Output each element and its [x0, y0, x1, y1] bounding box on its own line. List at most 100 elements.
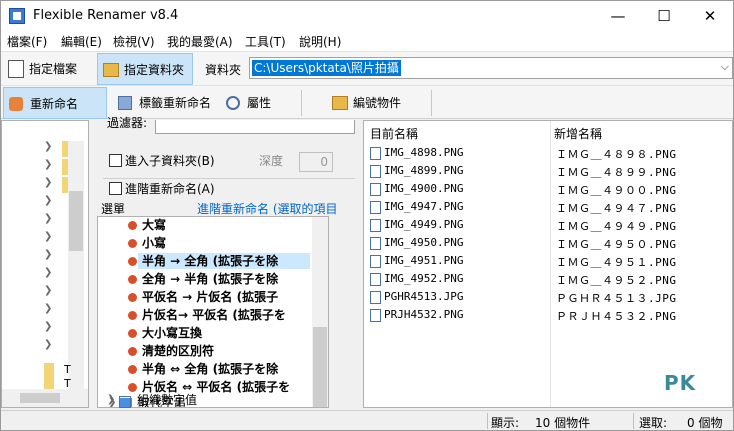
- attributes-button[interactable]: 屬性: [221, 87, 281, 119]
- file-icon: [370, 201, 381, 214]
- tree-scroll-thumb[interactable]: [69, 191, 83, 251]
- file-icon: [370, 219, 381, 232]
- folder-tree[interactable]: ❯ ❯ ❯ ❯ ❯ ❯ ❯ ❯ ❯ ❯ ❯ ❯ T T: [1, 120, 89, 408]
- list-item[interactable]: 大寫: [142, 217, 166, 233]
- menu-favorites[interactable]: 我的最愛(A): [167, 33, 233, 50]
- advanced-rename-checkbox[interactable]: [109, 182, 122, 195]
- table-row[interactable]: IMG_4899.PNG ＩＭＧ＿４８９９.PNG: [364, 163, 732, 181]
- tree-expand-icon[interactable]: ❯: [44, 141, 52, 152]
- document-icon: [8, 60, 24, 78]
- folder-path-combobox[interactable]: C:\Users\pktata\照片拍攝 ⌵: [249, 57, 733, 79]
- app-window: Flexible Renamer v8.4 — ☐ ✕ 檔案(F) 編輯(E) …: [0, 0, 734, 431]
- subfolder-checkbox[interactable]: [109, 154, 122, 167]
- list-item[interactable]: 小寫: [142, 235, 166, 251]
- tree-expand-icon[interactable]: ❯: [44, 339, 52, 350]
- file-icon: [370, 147, 381, 160]
- toolbar-divider-2: [431, 90, 432, 116]
- table-row[interactable]: IMG_4952.PNG ＩＭＧ＿４９５２.PNG: [364, 271, 732, 289]
- file-list[interactable]: 目前名稱 新增名稱 IMG_4898.PNG ＩＭＧ＿４８９８.PNG IMG_…: [363, 120, 733, 408]
- menu-view[interactable]: 檢視(V): [113, 33, 155, 50]
- number-icon: [119, 396, 131, 408]
- maximize-button[interactable]: ☐: [641, 1, 687, 31]
- table-row[interactable]: PGHR4513.JPG ＰＧＨＲ４５１３.JPG: [364, 289, 732, 307]
- chevron-down-icon[interactable]: ⌵: [721, 60, 729, 74]
- new-name: ＰＧＨＲ４５１３.JPG: [556, 292, 677, 305]
- current-name: IMG_4947.PNG: [384, 200, 464, 213]
- file-icon: [370, 165, 381, 178]
- tree-expand-icon[interactable]: ❯: [44, 195, 52, 206]
- subfolder-label: 進入子資料夾(B): [125, 154, 215, 168]
- table-row[interactable]: IMG_4898.PNG ＩＭＧ＿４８９８.PNG: [364, 145, 732, 163]
- new-name: ＰＲＪＨ４５３２.PNG: [556, 310, 677, 323]
- table-row[interactable]: IMG_4900.PNG ＩＭＧ＿４９００.PNG: [364, 181, 732, 199]
- status-divider: [633, 413, 634, 429]
- tree-vertical-scrollbar[interactable]: [68, 141, 84, 391]
- list-item-selected[interactable]: 半角 → 全角 (拡張子を除: [142, 253, 278, 269]
- list-item[interactable]: 平仮名 → 片仮名 (拡張子: [142, 289, 278, 305]
- tree-expand-icon[interactable]: ❯: [44, 321, 52, 332]
- close-button[interactable]: ✕: [687, 1, 733, 31]
- watermark-logo: PK: [664, 371, 697, 395]
- tree-expand-icon[interactable]: ❯: [44, 213, 52, 224]
- rename-mode-button[interactable]: 重新命名: [3, 87, 107, 119]
- new-name: ＩＭＧ＿４９４７.PNG: [556, 202, 677, 215]
- node-expand-icon[interactable]: ❯: [107, 394, 115, 405]
- current-name: IMG_4899.PNG: [384, 164, 464, 177]
- table-row[interactable]: IMG_4949.PNG ＩＭＧ＿４９４９.PNG: [364, 217, 732, 235]
- file-icon: [370, 291, 381, 304]
- depth-label: 深度: [259, 154, 284, 168]
- tree-expand-icon[interactable]: ❯: [44, 285, 52, 296]
- list-label: 選單: [101, 202, 126, 216]
- attributes-label: 屬性: [247, 96, 272, 110]
- column-header-current[interactable]: 目前名稱: [370, 125, 418, 142]
- specify-file-label: 指定檔案: [29, 62, 78, 76]
- menu-help[interactable]: 說明(H): [299, 33, 341, 50]
- folder-path-value[interactable]: C:\Users\pktata\照片拍攝: [252, 60, 401, 76]
- attributes-icon: [226, 96, 240, 110]
- minimize-button[interactable]: —: [595, 1, 641, 31]
- list-item[interactable]: 全角 → 半角 (拡張子を除: [142, 271, 278, 287]
- bullet-icon: [128, 221, 137, 230]
- column-header-new[interactable]: 新增名稱: [554, 125, 602, 142]
- folder-path-label: 資料夾: [205, 63, 242, 77]
- list-item[interactable]: 半角 ⇔ 全角 (拡張子を除: [142, 361, 278, 377]
- tree-expand-icon[interactable]: ❯: [44, 267, 52, 278]
- list-item[interactable]: 大小寫互換: [142, 325, 202, 341]
- list-item[interactable]: 片仮名→ 平仮名 (拡張子を: [142, 307, 286, 323]
- numbering-label: 編號物件: [353, 96, 402, 110]
- menu-file[interactable]: 檔案(F): [7, 33, 47, 50]
- menu-tools[interactable]: 工具(T): [245, 33, 286, 50]
- bullet-icon: [128, 239, 137, 248]
- window-title: Flexible Renamer v8.4: [33, 8, 179, 23]
- list-item[interactable]: 清楚的区別符: [142, 343, 214, 359]
- current-name: PRJH4532.PNG: [384, 308, 464, 321]
- tree-item-label[interactable]: T: [64, 363, 71, 376]
- tree-expand-icon[interactable]: ❯: [44, 159, 52, 170]
- specify-folder-button[interactable]: 指定資料夾: [97, 53, 193, 85]
- filter-input[interactable]: [155, 120, 355, 134]
- tree-expand-icon[interactable]: ❯: [44, 249, 52, 260]
- rename-method-list[interactable]: 大寫 小寫 半角 → 全角 (拡張子を除 全角 → 半角 (拡張子を除 平仮名 …: [97, 216, 329, 408]
- tree-expand-icon[interactable]: ❯: [44, 177, 52, 188]
- rename-icon: [9, 97, 23, 111]
- table-row[interactable]: IMG_4947.PNG ＩＭＧ＿４９４７.PNG: [364, 199, 732, 217]
- menu-bar: 檔案(F) 編輯(E) 檢視(V) 我的最愛(A) 工具(T) 說明(H): [1, 31, 733, 51]
- tree-expand-icon[interactable]: ❯: [44, 303, 52, 314]
- options-divider: [103, 178, 355, 179]
- depth-input[interactable]: 0: [299, 152, 333, 172]
- table-row[interactable]: IMG_4950.PNG ＩＭＧ＿４９５０.PNG: [364, 235, 732, 253]
- folder-icon: [103, 63, 119, 77]
- list-scroll-thumb[interactable]: [313, 327, 327, 407]
- menu-edit[interactable]: 編輯(E): [61, 33, 102, 50]
- table-row[interactable]: PRJH4532.PNG ＰＲＪＨ４５３２.PNG: [364, 307, 732, 325]
- list-node-number[interactable]: 組織數字值: [137, 392, 197, 408]
- table-row[interactable]: IMG_4951.PNG ＩＭＧ＿４９５１.PNG: [364, 253, 732, 271]
- tree-hscroll-thumb[interactable]: [20, 393, 60, 403]
- tree-expand-icon[interactable]: ❯: [44, 231, 52, 242]
- new-name: ＩＭＧ＿４９００.PNG: [556, 184, 677, 197]
- status-divider: [487, 413, 488, 429]
- bullet-icon: [128, 311, 137, 320]
- current-name: IMG_4952.PNG: [384, 272, 464, 285]
- numbering-button[interactable]: 編號物件: [327, 87, 411, 119]
- specify-file-button[interactable]: 指定檔案: [3, 53, 91, 85]
